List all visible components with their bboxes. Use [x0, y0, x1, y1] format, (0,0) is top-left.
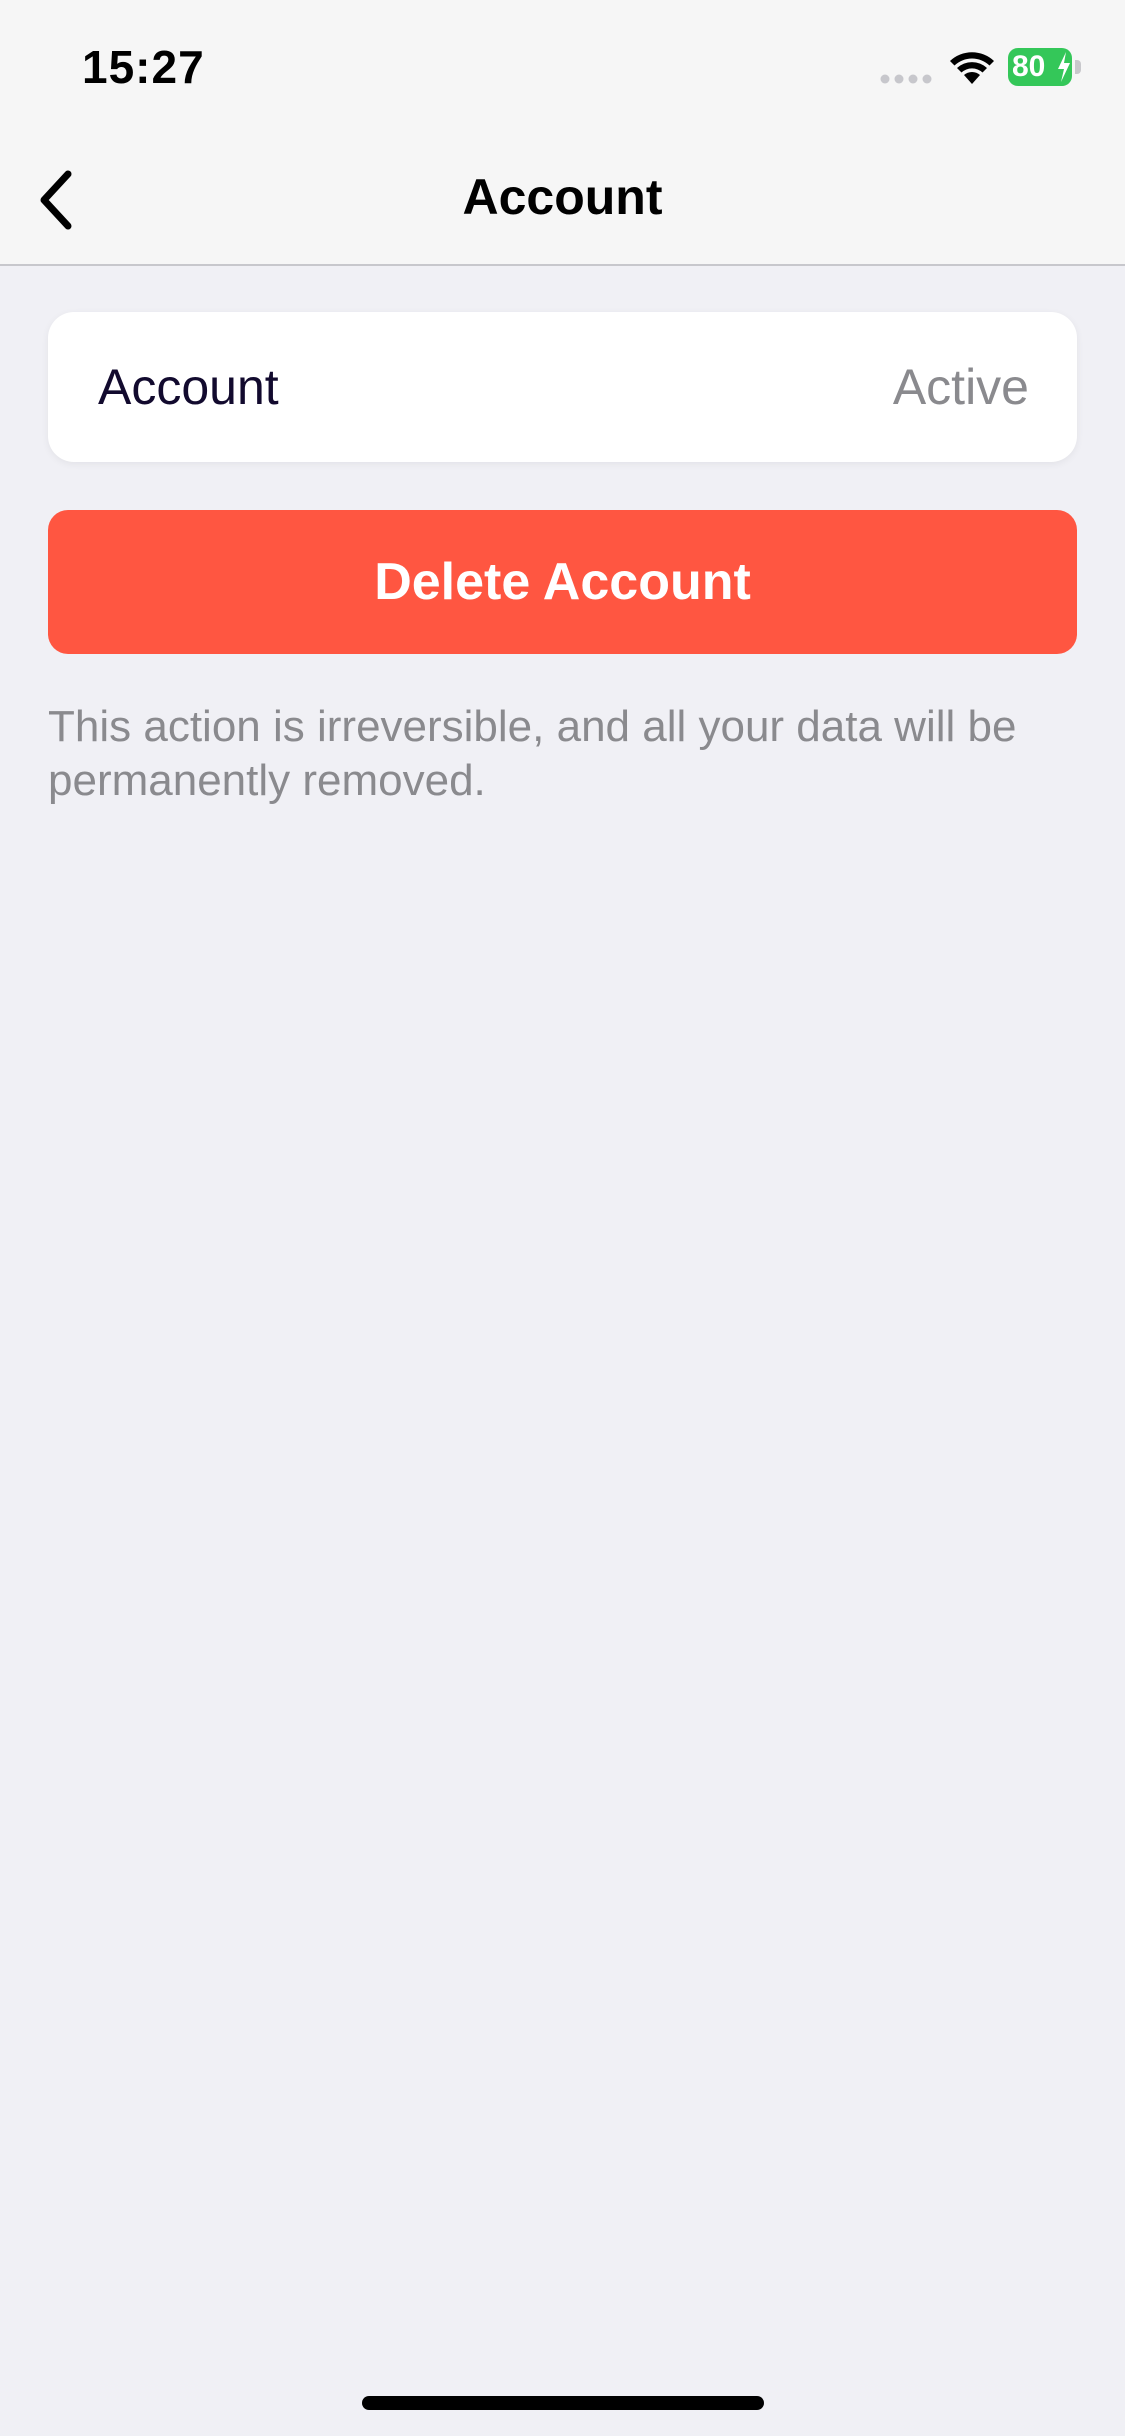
delete-warning-text: This action is irreversible, and all you… [48, 702, 1017, 805]
delete-account-button[interactable]: Delete Account [48, 510, 1077, 654]
account-label: Account [98, 359, 279, 415]
battery-icon: 80 [1008, 48, 1081, 86]
account-status-value: Active [892, 359, 1029, 415]
account-status-row: Account Active [48, 312, 1077, 462]
wifi-icon [950, 52, 994, 84]
battery-cap [1075, 60, 1081, 74]
page-title: Account [462, 169, 663, 225]
battery-level: 80 [1012, 50, 1046, 83]
home-indicator[interactable] [362, 2396, 764, 2410]
charging-bolt-icon [1058, 52, 1070, 82]
navigation-bar: Account [0, 132, 1125, 266]
status-bar: 15:27 80 [0, 0, 1125, 132]
cellular-signal-icon [880, 74, 932, 84]
status-time: 15:27 [82, 41, 205, 93]
